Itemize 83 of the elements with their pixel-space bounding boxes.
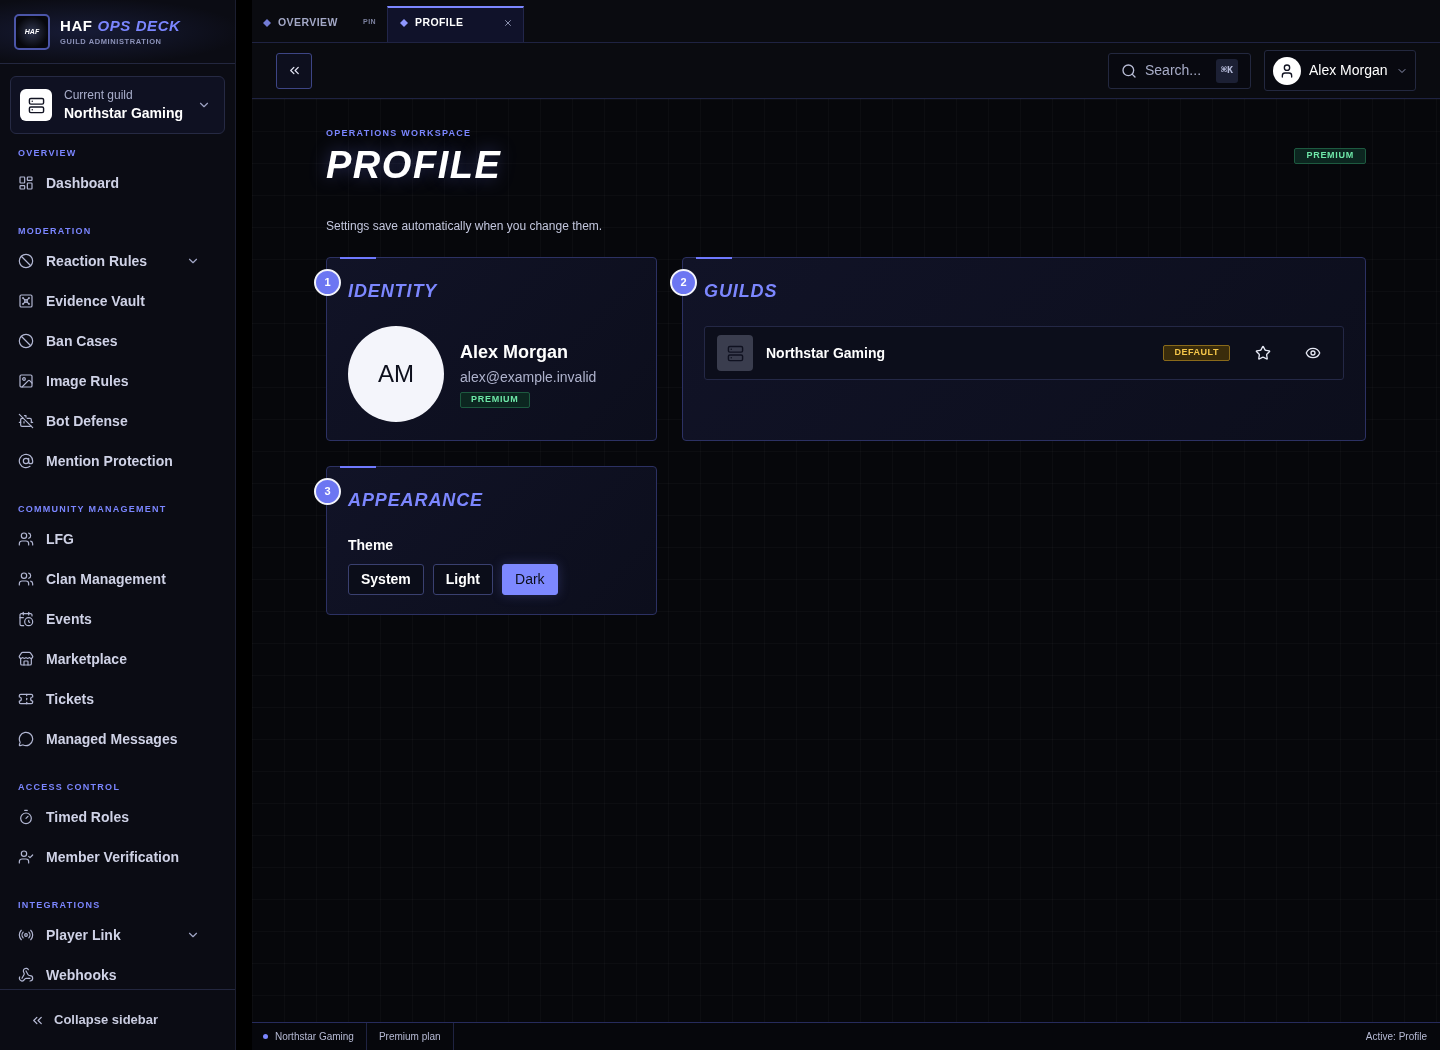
nav-item[interactable]: Events bbox=[0, 606, 218, 632]
store-icon bbox=[18, 651, 34, 667]
users-icon bbox=[18, 531, 34, 547]
active-page-status: Active: Profile bbox=[1365, 1030, 1427, 1044]
search-icon bbox=[1121, 62, 1137, 79]
shortcut-key: ⌘K bbox=[1215, 58, 1238, 83]
nav-item[interactable]: Mention Protection bbox=[0, 448, 218, 474]
dashboard-grid-icon bbox=[18, 175, 34, 191]
nav-item[interactable]: Managed Messages bbox=[0, 726, 218, 752]
nav-item[interactable]: Dashboard bbox=[0, 170, 218, 196]
accent-line bbox=[340, 257, 376, 259]
card-title: IDENTITY bbox=[348, 280, 438, 302]
prohibited-icon bbox=[18, 333, 34, 349]
nav-item[interactable]: Player Link bbox=[0, 922, 218, 948]
section-heading: MODERATION bbox=[18, 226, 92, 236]
user-avatar-icon bbox=[1273, 56, 1301, 85]
brand-title: HAF OPS DECK bbox=[60, 16, 181, 35]
page-title: PROFILE bbox=[326, 144, 502, 186]
calendar-clock-icon bbox=[18, 611, 34, 627]
step-number: 1 bbox=[314, 269, 341, 296]
nav-item[interactable]: Timed Roles bbox=[0, 804, 218, 830]
diamond-icon bbox=[263, 18, 271, 27]
accent-line bbox=[696, 257, 732, 259]
guild-picker[interactable]: Current guild Northstar Gaming bbox=[10, 76, 225, 134]
theme-option[interactable]: Dark bbox=[502, 564, 558, 595]
nav-item[interactable]: Member Verification bbox=[0, 844, 218, 870]
theme-label: Theme bbox=[348, 536, 394, 554]
nav-item[interactable]: Clan Management bbox=[0, 566, 218, 592]
nav-item[interactable]: Evidence Vault bbox=[0, 288, 218, 314]
step-number: 2 bbox=[670, 269, 697, 296]
bot-off-icon bbox=[18, 413, 34, 429]
server-icon bbox=[717, 335, 753, 371]
status-item: Northstar Gaming bbox=[275, 1030, 354, 1044]
guild-row[interactable]: Northstar Gaming DEFAULT bbox=[704, 326, 1344, 380]
status-item: Premium plan bbox=[378, 1030, 441, 1044]
image-icon bbox=[18, 373, 34, 389]
stopwatch-icon bbox=[18, 809, 34, 825]
plan-badge: PREMIUM bbox=[460, 392, 530, 408]
search-input[interactable]: Search... bbox=[1145, 60, 1205, 81]
prohibited-icon bbox=[18, 253, 34, 269]
nav-item[interactable]: Ban Cases bbox=[0, 328, 218, 354]
nav-item[interactable]: Reaction Rules bbox=[0, 248, 218, 274]
plan-badge: PREMIUM bbox=[1294, 148, 1366, 164]
nav-item[interactable]: Image Rules bbox=[0, 368, 218, 394]
nav-item[interactable]: Bot Defense bbox=[0, 408, 218, 434]
card-title: APPEARANCE bbox=[348, 489, 484, 511]
nav-item[interactable]: Marketplace bbox=[0, 646, 218, 672]
theme-option[interactable]: Light bbox=[432, 564, 494, 595]
collapse-button[interactable] bbox=[276, 52, 312, 89]
section-heading: INTEGRATIONS bbox=[18, 900, 101, 910]
server-icon bbox=[20, 89, 52, 121]
page-eyebrow: OPERATIONS WORKSPACE bbox=[326, 128, 472, 138]
nav-item[interactable]: Webhooks bbox=[0, 962, 218, 988]
section-heading: OVERVIEW bbox=[18, 148, 77, 158]
close-icon bbox=[503, 17, 513, 28]
collapse-sidebar-button[interactable]: Collapse sidebar bbox=[28, 1004, 161, 1036]
users-icon bbox=[18, 571, 34, 587]
section-heading: COMMUNITY MANAGEMENT bbox=[18, 504, 167, 514]
user-menu-button[interactable]: Alex Morgan bbox=[1264, 50, 1416, 91]
nav-item[interactable]: Tickets bbox=[0, 686, 218, 712]
ticket-icon bbox=[18, 691, 34, 707]
accent-line bbox=[340, 466, 376, 468]
page-description: Settings save automatically when you change them. bbox=[326, 218, 603, 234]
user-check-icon bbox=[18, 849, 34, 865]
card-title: GUILDS bbox=[704, 280, 778, 302]
eye-icon bbox=[1305, 345, 1321, 361]
step-number: 3 bbox=[314, 478, 341, 505]
guild-name: Northstar Gaming bbox=[766, 343, 886, 363]
avatar-initials: AM bbox=[348, 326, 444, 422]
default-badge: DEFAULT bbox=[1163, 345, 1230, 361]
theme-option[interactable]: System bbox=[348, 564, 424, 595]
diamond-icon bbox=[400, 18, 408, 27]
section-heading: ACCESS CONTROL bbox=[18, 782, 121, 792]
tab[interactable]: PROFILE bbox=[387, 6, 524, 42]
chat-bubble-icon bbox=[18, 731, 34, 747]
radio-waves-icon bbox=[18, 927, 34, 943]
webhook-icon bbox=[18, 967, 34, 983]
star-icon bbox=[1255, 345, 1271, 361]
nav-item[interactable]: LFG bbox=[0, 526, 218, 552]
at-sign-icon bbox=[18, 453, 34, 469]
user-name: Alex Morgan bbox=[460, 341, 569, 364]
user-email: alex@example.invalid bbox=[460, 368, 597, 387]
vault-icon bbox=[18, 293, 34, 309]
